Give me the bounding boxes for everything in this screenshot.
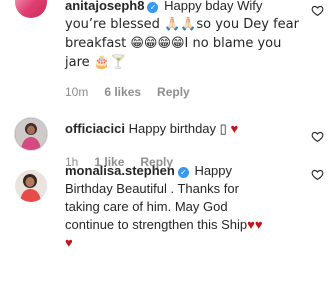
comment-text: Happy birthday ▯ [128, 121, 227, 136]
avatar-photo [15, 118, 47, 150]
heart-outline-icon[interactable] [311, 168, 324, 181]
avatar[interactable] [15, 0, 47, 18]
verified-badge-icon: ✓ [177, 167, 189, 178]
comment-username[interactable]: officiacici [65, 121, 125, 136]
comment-text: taking care of him. May God [65, 199, 228, 214]
comment-likes[interactable]: 6 likes [104, 85, 141, 99]
comment-username[interactable]: monalisa.stephen [65, 163, 175, 178]
avatar[interactable] [15, 170, 47, 202]
comment-body: officiacici Happy birthday ▯ ♥ [65, 120, 315, 138]
comment-text: Happy [194, 163, 233, 178]
reply-button[interactable]: Reply [157, 85, 190, 99]
heart-outline-icon[interactable] [311, 4, 324, 17]
heart-outline-icon[interactable] [311, 130, 324, 143]
comment-body: monalisa.stephen ✓ Happy Birthday Beautif… [65, 162, 315, 252]
comment-meta: 10m 6 likes Reply [65, 85, 206, 99]
verified-badge-icon: ✓ [147, 2, 159, 13]
comment-text: jare 🎂🍸 [65, 55, 127, 70]
comment-text: Happy bday Wify [164, 0, 263, 13]
comment-item: anitajoseph8 ✓ Happy bday Wify you’re ble… [0, 0, 331, 110]
heart-emoji: ♥ [230, 121, 239, 136]
comments-feed: anitajoseph8 ✓ Happy bday Wify you’re ble… [0, 0, 331, 292]
comment-time[interactable]: 10m [65, 85, 88, 99]
comment-text: you’re blessed 🙏🏻🙏🏻so you Dey fear [65, 17, 299, 32]
comment-body: anitajoseph8 ✓ Happy bday Wify you’re ble… [65, 0, 305, 72]
comment-username[interactable]: anitajoseph8 [65, 0, 144, 13]
avatar-photo [15, 170, 47, 202]
comment-item: monalisa.stephen ✓ Happy Birthday Beautif… [0, 163, 331, 292]
comment-text: breakfast 😁😁😁😁I no blame you [65, 36, 282, 51]
comment-text: continue to strengthen this Ship [65, 217, 248, 232]
heart-emoji: ♥♥ [247, 217, 263, 232]
heart-emoji: ♥ [65, 235, 73, 250]
avatar[interactable] [15, 118, 47, 150]
comment-text: Birthday Beautiful . Thanks for [65, 181, 239, 196]
